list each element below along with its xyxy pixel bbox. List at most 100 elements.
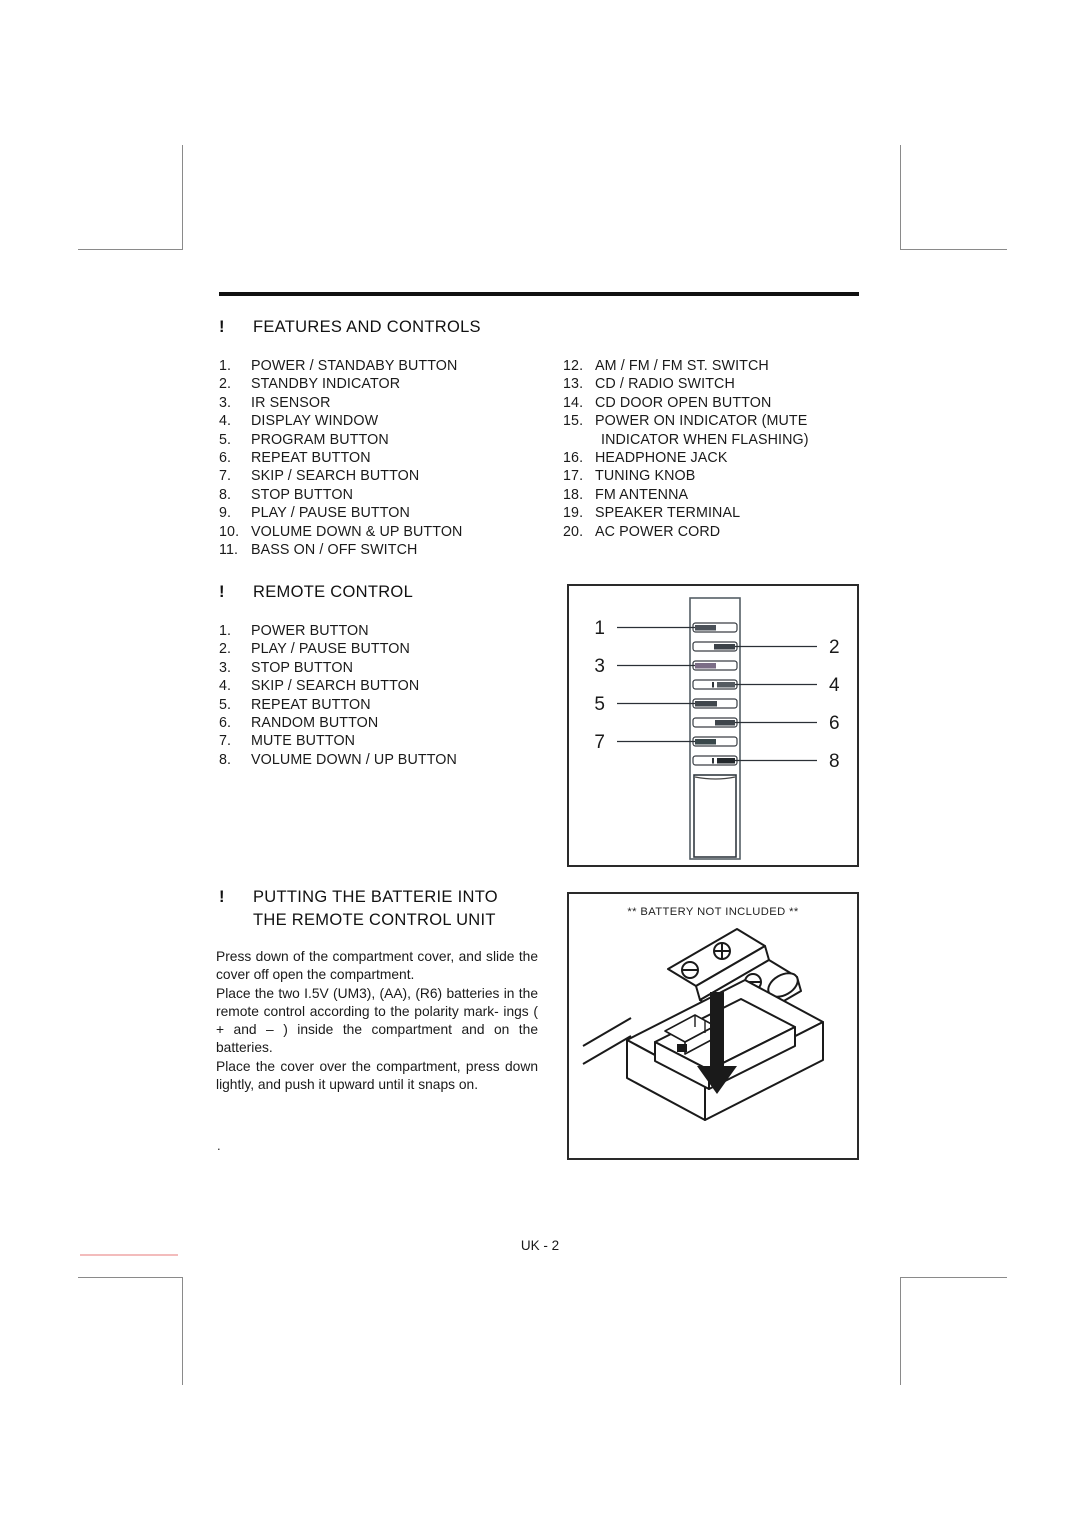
header-rule bbox=[219, 292, 859, 296]
feature-item-number: 17. bbox=[563, 468, 584, 485]
remote-control-item-number: 1. bbox=[219, 623, 232, 639]
feature-item: 15. POWER ON INDICATOR (MUTE bbox=[563, 412, 809, 430]
battery-not-included-note: ** BATTERY NOT INCLUDED ** bbox=[627, 906, 799, 918]
feature-item-label: FM ANTENNA bbox=[595, 486, 689, 503]
remote-control-item-number: 5. bbox=[219, 696, 232, 713]
remote-control-figure-box: 1 2 3 4 5 6 7 8 bbox=[567, 584, 859, 867]
feature-item-label: REPEAT BUTTON bbox=[251, 450, 371, 467]
section-title-text: REMOTE CONTROL bbox=[253, 583, 414, 601]
feature-item-number: 10. bbox=[219, 523, 240, 540]
remote-control-item: 4. SKIP / SEARCH BUTTON bbox=[219, 677, 457, 695]
feature-item-label: SKIP / SEARCH BUTTON bbox=[251, 468, 420, 485]
feature-item-label: POWER / STANDABY BUTTON bbox=[251, 358, 458, 374]
feature-item-number: 18. bbox=[563, 486, 584, 503]
feature-item-label: STOP BUTTON bbox=[251, 486, 353, 503]
remote-control-item-label: PLAY / PAUSE BUTTON bbox=[251, 641, 410, 658]
remote-callout-5: 5 bbox=[594, 694, 605, 715]
feature-item-number: 12. bbox=[563, 358, 584, 374]
remote-callout-6: 6 bbox=[829, 713, 840, 734]
feature-item-label: BASS ON / OFF SWITCH bbox=[251, 542, 418, 559]
feature-item-number: 13. bbox=[563, 376, 584, 393]
feature-item-number: 2. bbox=[219, 376, 232, 393]
feature-item-label: DISPLAY WINDOW bbox=[251, 413, 379, 430]
remote-control-list: 1. POWER BUTTON 2. PLAY / PAUSE BUTTON 3. STO… bbox=[219, 622, 457, 769]
feature-item-number: 3. bbox=[219, 394, 232, 411]
feature-item: 3. IR SENSOR bbox=[219, 394, 462, 412]
feature-item-label: VOLUME DOWN & UP BUTTON bbox=[251, 523, 463, 540]
feature-item-label: AC POWER CORD bbox=[595, 523, 721, 540]
feature-item-number: 14. bbox=[563, 394, 584, 411]
feature-item-number: 7. bbox=[219, 468, 232, 485]
section-heading-battery: ! PUTTING THE BATTERIE INTO THE REMOTE CO… bbox=[219, 888, 498, 930]
battery-paragraph-2: Place the two I.5V (UM3), (AA), (R6) bat… bbox=[216, 985, 538, 1056]
remote-callout-1: 1 bbox=[594, 618, 605, 639]
feature-item-label: AM / FM / FM ST. SWITCH bbox=[595, 358, 769, 374]
feature-item-number: 20. bbox=[563, 523, 584, 540]
remote-control-item-label: STOP BUTTON bbox=[251, 659, 353, 676]
feature-item: 19. SPEAKER TERMINAL bbox=[563, 504, 809, 522]
bullet-marker: ! bbox=[219, 583, 225, 601]
features-list-left-column: 1. POWER / STANDABY BUTTON 2. STANDBY INDIC… bbox=[219, 357, 462, 559]
remote-callout-8: 8 bbox=[829, 751, 840, 772]
remote-control-item-number: 2. bbox=[219, 641, 232, 658]
battery-figure-box bbox=[567, 892, 859, 1160]
battery-instructions: Press down of the compartment cover, and… bbox=[216, 948, 538, 1094]
remote-control-diagram: 1 2 3 4 5 6 7 8 bbox=[594, 597, 840, 860]
feature-item: 14. CD DOOR OPEN BUTTON bbox=[563, 394, 809, 412]
feature-item: 5. PROGRAM BUTTON bbox=[219, 431, 462, 449]
remote-control-item: 5. REPEAT BUTTON bbox=[219, 696, 457, 714]
section-heading-features: ! FEATURES AND CONTROLS bbox=[219, 318, 481, 337]
feature-item: 2. STANDBY INDICATOR bbox=[219, 375, 462, 393]
feature-item-label: TUNING KNOB bbox=[595, 468, 696, 485]
remote-control-item: 3. STOP BUTTON bbox=[219, 659, 457, 677]
feature-item-label: SPEAKER TERMINAL bbox=[595, 505, 741, 522]
page-number-footer: UK - 2 bbox=[520, 1238, 560, 1253]
feature-item-label: POWER ON INDICATOR (MUTE bbox=[595, 413, 808, 430]
feature-item-label: CD DOOR OPEN BUTTON bbox=[595, 394, 772, 411]
feature-item-number: 9. bbox=[219, 505, 232, 522]
feature-item: 12. AM / FM / FM ST. SWITCH bbox=[563, 357, 809, 375]
feature-item-number: 5. bbox=[219, 431, 232, 448]
bullet-marker: ! bbox=[219, 318, 225, 336]
feature-item-number: 19. bbox=[563, 505, 584, 522]
stray-punctuation-mark: . bbox=[217, 1138, 221, 1153]
feature-item: 13. CD / RADIO SWITCH bbox=[563, 375, 809, 393]
remote-callout-2: 2 bbox=[829, 637, 840, 658]
remote-control-item-label: RANDOM BUTTON bbox=[251, 715, 379, 732]
feature-item: 4. DISPLAY WINDOW bbox=[219, 412, 462, 430]
feature-item-label: IR SENSOR bbox=[251, 394, 331, 411]
feature-item-number: 6. bbox=[219, 450, 232, 467]
feature-item-label: PLAY / PAUSE BUTTON bbox=[251, 505, 410, 522]
battery-paragraph-3: Place the cover over the compartment, pr… bbox=[216, 1058, 538, 1093]
feature-item: 20. AC POWER CORD bbox=[563, 523, 809, 541]
remote-control-item-label: POWER BUTTON bbox=[251, 623, 369, 639]
remote-control-item-label: MUTE BUTTON bbox=[251, 733, 356, 750]
remote-control-item: 1. POWER BUTTON bbox=[219, 622, 457, 640]
page-content: ! FEATURES AND CONTROLS 1. POWER / STANDAB… bbox=[0, 0, 1080, 1528]
remote-control-item: 8. VOLUME DOWN / UP BUTTON bbox=[219, 751, 457, 769]
feature-item: 6. REPEAT BUTTON bbox=[219, 449, 462, 467]
feature-item: 10. VOLUME DOWN & UP BUTTON bbox=[219, 523, 462, 541]
features-list-right-column: 12. AM / FM / FM ST. SWITCH 13. CD / RADIO … bbox=[563, 357, 809, 541]
feature-item-label: INDICATOR WHEN FLASHING) bbox=[601, 431, 809, 448]
feature-item: 16. HEADPHONE JACK bbox=[563, 449, 809, 467]
feature-item: 11. BASS ON / OFF SWITCH bbox=[219, 541, 462, 559]
section-title-line1: PUTTING THE BATTERIE INTO bbox=[253, 888, 498, 906]
feature-item-number: 4. bbox=[219, 413, 232, 430]
remote-control-item-number: 6. bbox=[219, 715, 232, 732]
feature-item-label: STANDBY INDICATOR bbox=[251, 376, 401, 393]
feature-item-number: 15. bbox=[563, 413, 584, 430]
feature-item: 17. TUNING KNOB bbox=[563, 467, 809, 485]
feature-item-number: 16. bbox=[563, 450, 584, 467]
remote-control-item-number: 8. bbox=[219, 751, 232, 768]
remote-control-item-label: SKIP / SEARCH BUTTON bbox=[251, 678, 420, 695]
feature-item: 1. POWER / STANDABY BUTTON bbox=[219, 357, 462, 375]
feature-item: 8. STOP BUTTON bbox=[219, 486, 462, 504]
feature-item: INDICATOR WHEN FLASHING) bbox=[563, 431, 809, 449]
feature-item: 9. PLAY / PAUSE BUTTON bbox=[219, 504, 462, 522]
remote-control-item: 7. MUTE BUTTON bbox=[219, 732, 457, 750]
remote-callout-4: 4 bbox=[829, 675, 840, 696]
feature-item-number: 1. bbox=[219, 358, 232, 374]
battery-insertion-diagram bbox=[582, 928, 824, 1121]
feature-item-label: CD / RADIO SWITCH bbox=[595, 376, 735, 393]
